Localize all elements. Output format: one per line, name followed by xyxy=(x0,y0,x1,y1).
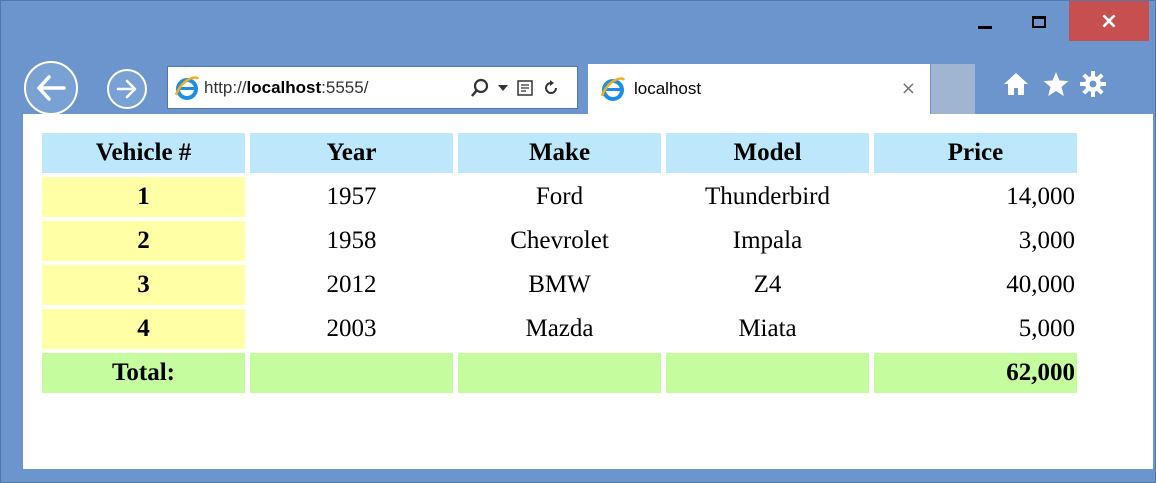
header-year: Year xyxy=(250,133,453,173)
page-content: Vehicle # Year Make Model Price 1 1957 F… xyxy=(23,114,1153,469)
table-header-row: Vehicle # Year Make Model Price xyxy=(42,133,1077,173)
model-cell: Z4 xyxy=(753,271,782,298)
search-icon[interactable] xyxy=(470,78,490,98)
home-icon[interactable] xyxy=(1001,69,1031,99)
make-cell: BMW xyxy=(528,271,591,298)
url-port: :5555/ xyxy=(321,77,369,97)
new-tab-button[interactable] xyxy=(931,64,975,114)
price-cell: 5,000 xyxy=(1018,315,1075,342)
gear-icon[interactable] xyxy=(1078,69,1108,99)
table-row: 2 1958 Chevrolet Impala 3,000 xyxy=(42,221,1077,261)
model-cell: Miata xyxy=(738,315,797,342)
price-cell: 3,000 xyxy=(1018,227,1075,254)
price-cell: 40,000 xyxy=(1006,271,1075,298)
vehicle-table: Vehicle # Year Make Model Price 1 1957 F… xyxy=(37,129,1082,397)
table-row: 3 2012 BMW Z4 40,000 xyxy=(42,265,1077,305)
maximize-button[interactable] xyxy=(1017,1,1061,43)
back-arrow-icon xyxy=(37,75,66,101)
url-text[interactable]: http://localhost:5555/ xyxy=(204,78,464,98)
minimize-icon xyxy=(978,25,992,29)
url-host: localhost xyxy=(246,77,322,97)
table-row: 1 1957 Ford Thunderbird 14,000 xyxy=(42,177,1077,217)
refresh-icon[interactable] xyxy=(542,79,560,97)
compatibility-icon[interactable] xyxy=(516,79,534,97)
close-icon: × xyxy=(1099,8,1119,34)
vehicle-number-cell: 4 xyxy=(42,309,245,349)
back-button[interactable] xyxy=(24,61,78,115)
header-price: Price xyxy=(874,133,1077,173)
forward-arrow-icon xyxy=(116,79,137,99)
minimize-button[interactable] xyxy=(963,1,1007,43)
make-cell: Ford xyxy=(535,183,584,210)
total-label: Total: xyxy=(42,353,245,393)
url-prefix: http:// xyxy=(204,77,247,97)
dropdown-icon[interactable] xyxy=(498,84,508,92)
vehicle-number-cell: 1 xyxy=(42,177,245,217)
header-make: Make xyxy=(458,133,661,173)
maximize-icon xyxy=(1032,16,1046,28)
table-row: 4 2003 Mazda Miata 5,000 xyxy=(42,309,1077,349)
model-cell: Impala xyxy=(732,227,803,254)
close-button[interactable]: × xyxy=(1069,1,1149,41)
make-cell: Mazda xyxy=(525,315,594,342)
year-cell: 1957 xyxy=(326,183,377,210)
price-cell: 14,000 xyxy=(1006,183,1075,210)
year-cell: 2012 xyxy=(326,271,377,298)
model-cell: Thunderbird xyxy=(705,183,830,210)
total-price: 62,000 xyxy=(874,353,1077,393)
total-empty-cell xyxy=(250,353,453,393)
tab-close-icon[interactable]: × xyxy=(901,78,916,99)
tab-title: localhost xyxy=(634,79,702,98)
address-tools xyxy=(470,78,560,98)
year-cell: 1958 xyxy=(326,227,377,254)
ie-logo-icon xyxy=(174,75,200,100)
total-empty-cell xyxy=(458,353,661,393)
header-vehicle-number: Vehicle # xyxy=(42,133,245,173)
star-icon[interactable] xyxy=(1041,69,1071,99)
vehicle-number-cell: 2 xyxy=(42,221,245,261)
make-cell: Chevrolet xyxy=(510,227,609,254)
ie-logo-icon xyxy=(600,77,626,101)
header-model: Model xyxy=(666,133,869,173)
vehicle-number-cell: 3 xyxy=(42,265,245,305)
total-empty-cell xyxy=(666,353,869,393)
tab-localhost[interactable]: localhost × xyxy=(588,64,930,114)
total-row: Total: 62,000 xyxy=(42,353,1077,393)
forward-button[interactable] xyxy=(107,69,147,109)
year-cell: 2003 xyxy=(326,315,377,342)
address-bar[interactable]: http://localhost:5555/ xyxy=(167,66,578,109)
browser-window: × http://localhost:5555/ localhost × Veh… xyxy=(0,0,1156,483)
